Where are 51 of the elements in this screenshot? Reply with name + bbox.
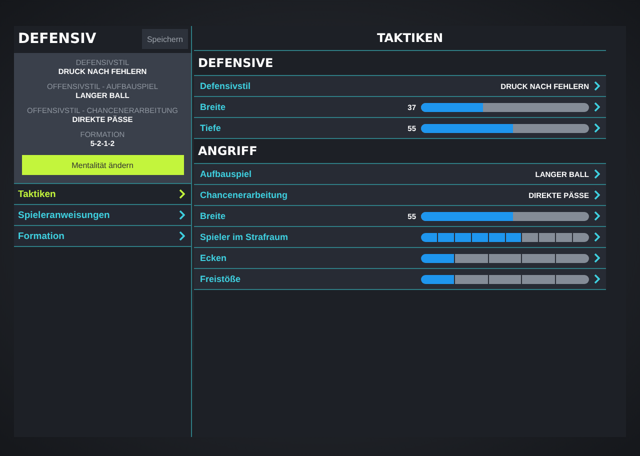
setting-label[interactable]: Ecken [200,253,227,263]
change-mentality-button[interactable]: Mentalität ändern [22,155,184,175]
step-segment[interactable] [573,232,589,242]
setting-label[interactable]: Freistöße [200,274,241,284]
chevron-icon [594,123,600,133]
setting-label[interactable]: Defensivstil [200,81,251,91]
step-segment[interactable] [454,232,471,242]
chevron-icon [594,253,600,263]
step-segment[interactable] [522,232,538,242]
chevron-icon [594,190,600,200]
step-segment[interactable] [488,254,522,262]
chevron-icon [179,189,185,199]
step-segment[interactable] [556,232,572,242]
nav-item[interactable]: Spieleranweisungen [14,205,191,226]
step-segment[interactable] [488,232,505,242]
chevron-icon [179,231,185,241]
chevron-icon [594,102,600,112]
setting-label[interactable]: Breite [200,102,226,112]
slider-track[interactable] [421,124,589,132]
chevron-icon [594,211,600,221]
setting-label[interactable]: Aufbauspiel [200,169,252,179]
slider-track[interactable] [421,102,589,112]
step-segment[interactable] [472,232,488,242]
setting-label[interactable]: Breite [200,211,226,221]
save-button[interactable]: Speichern [142,29,188,49]
step-segment[interactable] [421,274,454,284]
step-segment[interactable] [421,232,437,242]
panel-title: DEFENSIV [18,31,96,47]
step-segment[interactable] [506,232,522,242]
chevron-icon [594,81,600,91]
step-segment[interactable] [539,232,556,242]
step-segment[interactable] [454,254,488,262]
nav-item[interactable]: Taktiken [14,184,191,205]
step-segment[interactable] [556,254,589,262]
slider-track[interactable] [421,212,589,220]
chevron-icon [179,210,185,220]
setting-label[interactable]: Spieler im Strafraum [200,232,288,242]
step-segment[interactable] [522,254,556,262]
chevron-icon [594,169,600,179]
chevron-icon [594,232,600,242]
step-segment[interactable] [454,274,488,284]
step-segment[interactable] [421,254,454,262]
panel-title: TAKTIKEN [376,30,444,47]
step-segment[interactable] [488,274,522,284]
step-segment[interactable] [438,232,454,242]
setting-label[interactable]: Chancenerarbeitung [200,190,288,200]
nav-item[interactable]: Formation [14,226,191,247]
step-segment[interactable] [556,274,589,284]
chevron-icon [594,274,600,284]
setting-label[interactable]: Tiefe [200,123,221,133]
step-segment[interactable] [522,274,556,284]
